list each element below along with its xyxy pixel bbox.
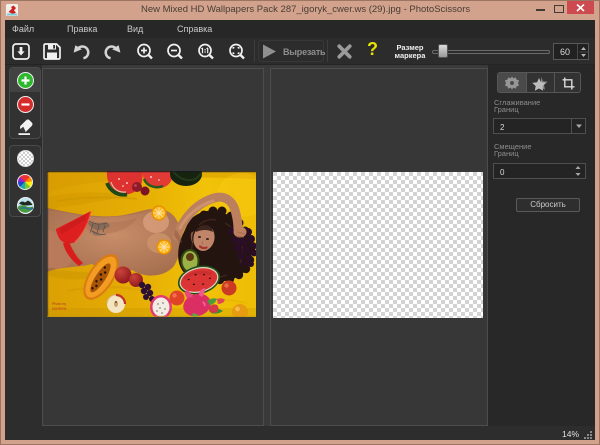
svg-text:Photo by: Photo by — [52, 302, 66, 306]
svg-text:IGORYK: IGORYK — [52, 307, 67, 311]
